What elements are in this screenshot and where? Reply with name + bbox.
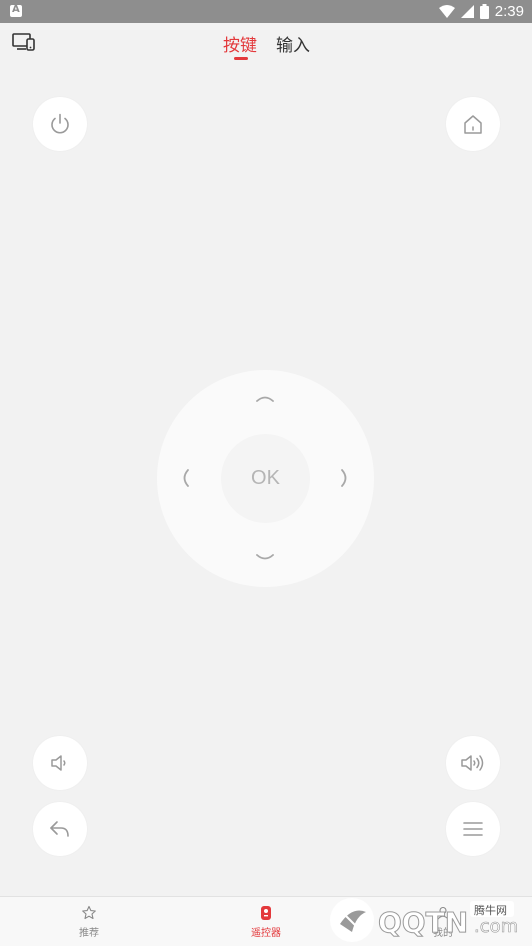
volume-up-button[interactable] [446, 736, 500, 790]
menu-icon [463, 822, 483, 836]
back-button[interactable] [33, 802, 87, 856]
watermark-logo: QQTN .com 腾牛网 [330, 898, 518, 942]
chevron-right-icon [341, 469, 347, 487]
remote-icon [261, 906, 271, 920]
wifi-icon [438, 5, 455, 18]
signal-icon [460, 5, 474, 18]
nav-item-remote[interactable]: 遥控器 [206, 897, 326, 946]
tab-input[interactable]: 输入 [276, 31, 310, 56]
up-button[interactable] [251, 384, 279, 412]
chevron-down-icon [256, 554, 274, 560]
tab-bar: 按键 输入 [0, 23, 532, 63]
star-icon [82, 905, 96, 920]
watermark-suffix: .com [474, 916, 518, 937]
volume-up-icon [461, 755, 484, 771]
down-button[interactable] [251, 544, 279, 572]
notification-icon [10, 4, 22, 17]
nav-label-recommend: 推荐 [79, 928, 99, 939]
watermark-tag: 腾牛网 [474, 903, 507, 917]
direction-pad: OK [157, 370, 374, 587]
status-bar-right: 2:39 [438, 2, 524, 21]
home-icon [464, 115, 482, 134]
nav-item-recommend[interactable]: 推荐 [29, 897, 149, 946]
back-arrow-icon [50, 821, 69, 837]
home-button[interactable] [446, 97, 500, 151]
volume-down-icon [51, 755, 66, 771]
ok-button[interactable]: OK [221, 434, 310, 523]
watermark-brand: QQTN [378, 906, 468, 939]
chevron-up-icon [256, 396, 274, 402]
power-icon [51, 113, 69, 134]
tab-keys[interactable]: 按键 [223, 31, 257, 56]
menu-button[interactable] [446, 802, 500, 856]
active-tab-indicator [234, 57, 248, 60]
left-button[interactable] [171, 464, 199, 492]
watermark: QQTN .com 腾牛网 [322, 892, 532, 946]
power-button[interactable] [33, 97, 87, 151]
volume-down-button[interactable] [33, 736, 87, 790]
right-button[interactable] [331, 464, 359, 492]
chevron-left-icon [183, 469, 189, 487]
status-bar: 2:39 [0, 0, 532, 23]
battery-icon [479, 4, 489, 19]
nav-label-remote: 遥控器 [251, 928, 281, 939]
status-time: 2:39 [494, 3, 524, 20]
top-bar: 按键 输入 [0, 23, 532, 63]
